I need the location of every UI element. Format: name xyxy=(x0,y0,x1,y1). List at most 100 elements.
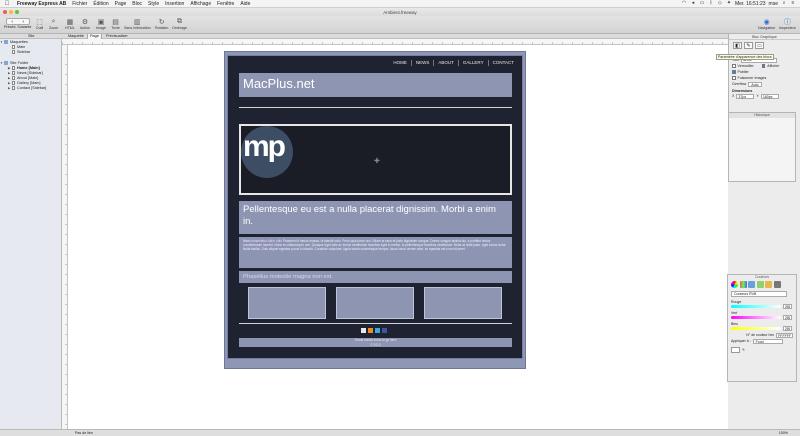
navigator-button[interactable]: ◉ Navigateur xyxy=(758,17,775,31)
prev-next-control[interactable]: ‹ › Précéd. Suivante xyxy=(4,18,31,29)
window-title: Ambient.freeway xyxy=(383,9,417,15)
y-field[interactable]: 180px xyxy=(760,93,779,99)
crayons-icon[interactable] xyxy=(765,281,772,288)
zoom-window-icon[interactable] xyxy=(15,10,19,14)
show-checkbox[interactable] xyxy=(761,64,766,68)
menu-edition[interactable]: Édition xyxy=(90,1,111,7)
inspector-tooltip: Paramètre d'apparence des blocs xyxy=(716,54,774,60)
image-button[interactable]: ▣ Image xyxy=(96,17,106,31)
divider xyxy=(239,323,512,324)
column-block[interactable] xyxy=(336,287,414,319)
page-design[interactable]: HOME NEWS ABOUT GALLERY CONTACT MacPlus.… xyxy=(224,51,526,369)
page-container[interactable]: HOME NEWS ABOUT GALLERY CONTACT MacPlus.… xyxy=(227,55,523,359)
nav-contact[interactable]: CONTACT xyxy=(487,60,518,66)
minimize-window-icon[interactable] xyxy=(9,10,13,14)
zoom-button[interactable]: ⌕ Zoom xyxy=(49,17,58,31)
publish-checkbox[interactable] xyxy=(732,70,736,74)
back-arrow-icon[interactable]: ‹ xyxy=(11,19,13,25)
hero-block[interactable]: mp ✚ xyxy=(239,124,512,195)
lock-checkbox[interactable] xyxy=(732,64,736,68)
blue-slider[interactable] xyxy=(731,327,781,330)
merge-checkbox[interactable] xyxy=(732,76,736,80)
x-field[interactable]: 37px xyxy=(736,93,755,99)
hex-field[interactable]: FFFFFF xyxy=(776,332,793,338)
body-text-block[interactable]: Nam consectetur dolor odio Praesent id m… xyxy=(239,237,512,268)
color-wheel-icon[interactable] xyxy=(731,281,738,288)
spotlight-icon[interactable]: ⌕ xyxy=(781,1,787,6)
blue-value[interactable]: 255 xyxy=(783,326,792,331)
sidebar-item-label: Home [Main] xyxy=(17,66,40,70)
pen-icon[interactable]: ✎ xyxy=(744,42,753,49)
window-titlebar: Ambient.freeway xyxy=(0,8,800,16)
rotation-button[interactable]: ↻ Rotation xyxy=(155,17,168,31)
footer-block[interactable]: Social media icons to go here © 2012 xyxy=(239,338,512,347)
volume-icon[interactable]: ◂ xyxy=(690,1,696,6)
design-canvas[interactable]: HOME NEWS ABOUT GALLERY CONTACT MacPlus.… xyxy=(68,45,728,429)
clock[interactable]: Mer. 16:51:23 xyxy=(735,1,766,7)
red-slider[interactable] xyxy=(731,305,781,308)
menu-aide[interactable]: Aide xyxy=(237,1,253,7)
menu-page[interactable]: Page xyxy=(112,1,130,7)
shadow-button[interactable]: ⧉ Ombrage xyxy=(172,17,187,31)
html-button[interactable]: ▦ HTML xyxy=(65,17,75,31)
column-block[interactable] xyxy=(248,287,326,319)
color-mode-select[interactable]: Curseurs RVB xyxy=(731,291,787,297)
bluetooth-icon[interactable]: ᛒ xyxy=(708,1,714,6)
sliders-icon[interactable] xyxy=(739,281,747,288)
tool-button[interactable]: ⬚ Outil xyxy=(35,17,44,31)
user-name[interactable]: mse xyxy=(769,1,778,7)
nav-about[interactable]: ABOUT xyxy=(433,60,458,66)
palettes-icon[interactable] xyxy=(748,281,755,288)
move-handle-icon[interactable]: ✚ xyxy=(374,157,380,165)
apple-icon[interactable]:  xyxy=(0,1,14,7)
nav-home[interactable]: HOME xyxy=(389,60,411,66)
nav-gallery[interactable]: GALLERY xyxy=(457,60,488,66)
headline-block[interactable]: Pellentesque eu est a nulla placerat dig… xyxy=(239,201,512,234)
sidebar-item-sidebar[interactable]: Sidebar xyxy=(0,50,61,55)
subheading-block[interactable]: Phasellus molestie magna non est. xyxy=(239,271,512,283)
menu-app[interactable]: Freeway Express AB xyxy=(14,1,69,7)
swatch-row: ✎ xyxy=(728,347,796,353)
twitter-icon[interactable]: ✦ xyxy=(726,1,732,6)
battery-icon[interactable]: ▭ xyxy=(699,1,705,6)
notification-icon[interactable]: ≡ xyxy=(790,1,796,6)
wifi-icon[interactable]: ◠ xyxy=(681,1,687,6)
sidebar-item-contact[interactable]: ▶ Contact [Sidebar] xyxy=(0,86,61,91)
dropbox-icon[interactable]: ◇ xyxy=(717,1,723,6)
sidebar-item-label: Gallery [Main] xyxy=(17,81,41,85)
menu-style[interactable]: Style xyxy=(145,1,162,7)
more-icon[interactable] xyxy=(773,281,781,288)
inspector-button[interactable]: ⓘ Inspecteur xyxy=(779,17,796,31)
overflow-select[interactable]: Auto xyxy=(748,81,762,87)
appearance-icon[interactable]: ◧ xyxy=(733,42,742,49)
menu-bloc[interactable]: Bloc xyxy=(129,1,145,7)
close-window-icon[interactable] xyxy=(3,10,7,14)
menu-fichier[interactable]: Fichier xyxy=(69,1,90,7)
apply-select[interactable]: Fond xyxy=(752,338,783,344)
zoom-level[interactable]: 100% xyxy=(779,431,788,435)
text-button[interactable]: ▤ Texte xyxy=(111,17,120,31)
green-value[interactable]: 255 xyxy=(783,315,792,320)
image-palette-icon[interactable] xyxy=(756,281,764,288)
nav-news[interactable]: NEWS xyxy=(410,60,434,66)
menu-fenetre[interactable]: Fenêtre xyxy=(214,1,237,7)
blank-icon[interactable] xyxy=(361,328,366,333)
sidebar-item-label: Main xyxy=(17,45,26,49)
rss-icon[interactable] xyxy=(368,328,373,333)
no-nest-button[interactable]: ▥ Sans imbrication xyxy=(124,17,151,31)
menu-insertion[interactable]: Insertion xyxy=(162,1,187,7)
logo-block[interactable]: MacPlus.net xyxy=(239,73,512,97)
facebook-icon[interactable] xyxy=(382,328,387,333)
action-button[interactable]: ⚙ Action xyxy=(80,17,90,31)
current-color-swatch[interactable] xyxy=(731,347,740,353)
forward-arrow-icon[interactable]: › xyxy=(22,19,24,25)
twitter-icon[interactable] xyxy=(375,328,380,333)
eyedropper-icon[interactable]: ✎ xyxy=(742,348,745,352)
menu-affichage[interactable]: Affichage xyxy=(187,1,214,7)
red-value[interactable]: 255 xyxy=(783,304,792,309)
green-slider[interactable] xyxy=(731,316,781,319)
sidebar-item-label: Contact [Sidebar] xyxy=(17,86,47,90)
column-block[interactable] xyxy=(424,287,502,319)
image-settings-icon[interactable]: ▭ xyxy=(755,42,764,49)
apply-label: Appliquer à : xyxy=(731,339,751,343)
